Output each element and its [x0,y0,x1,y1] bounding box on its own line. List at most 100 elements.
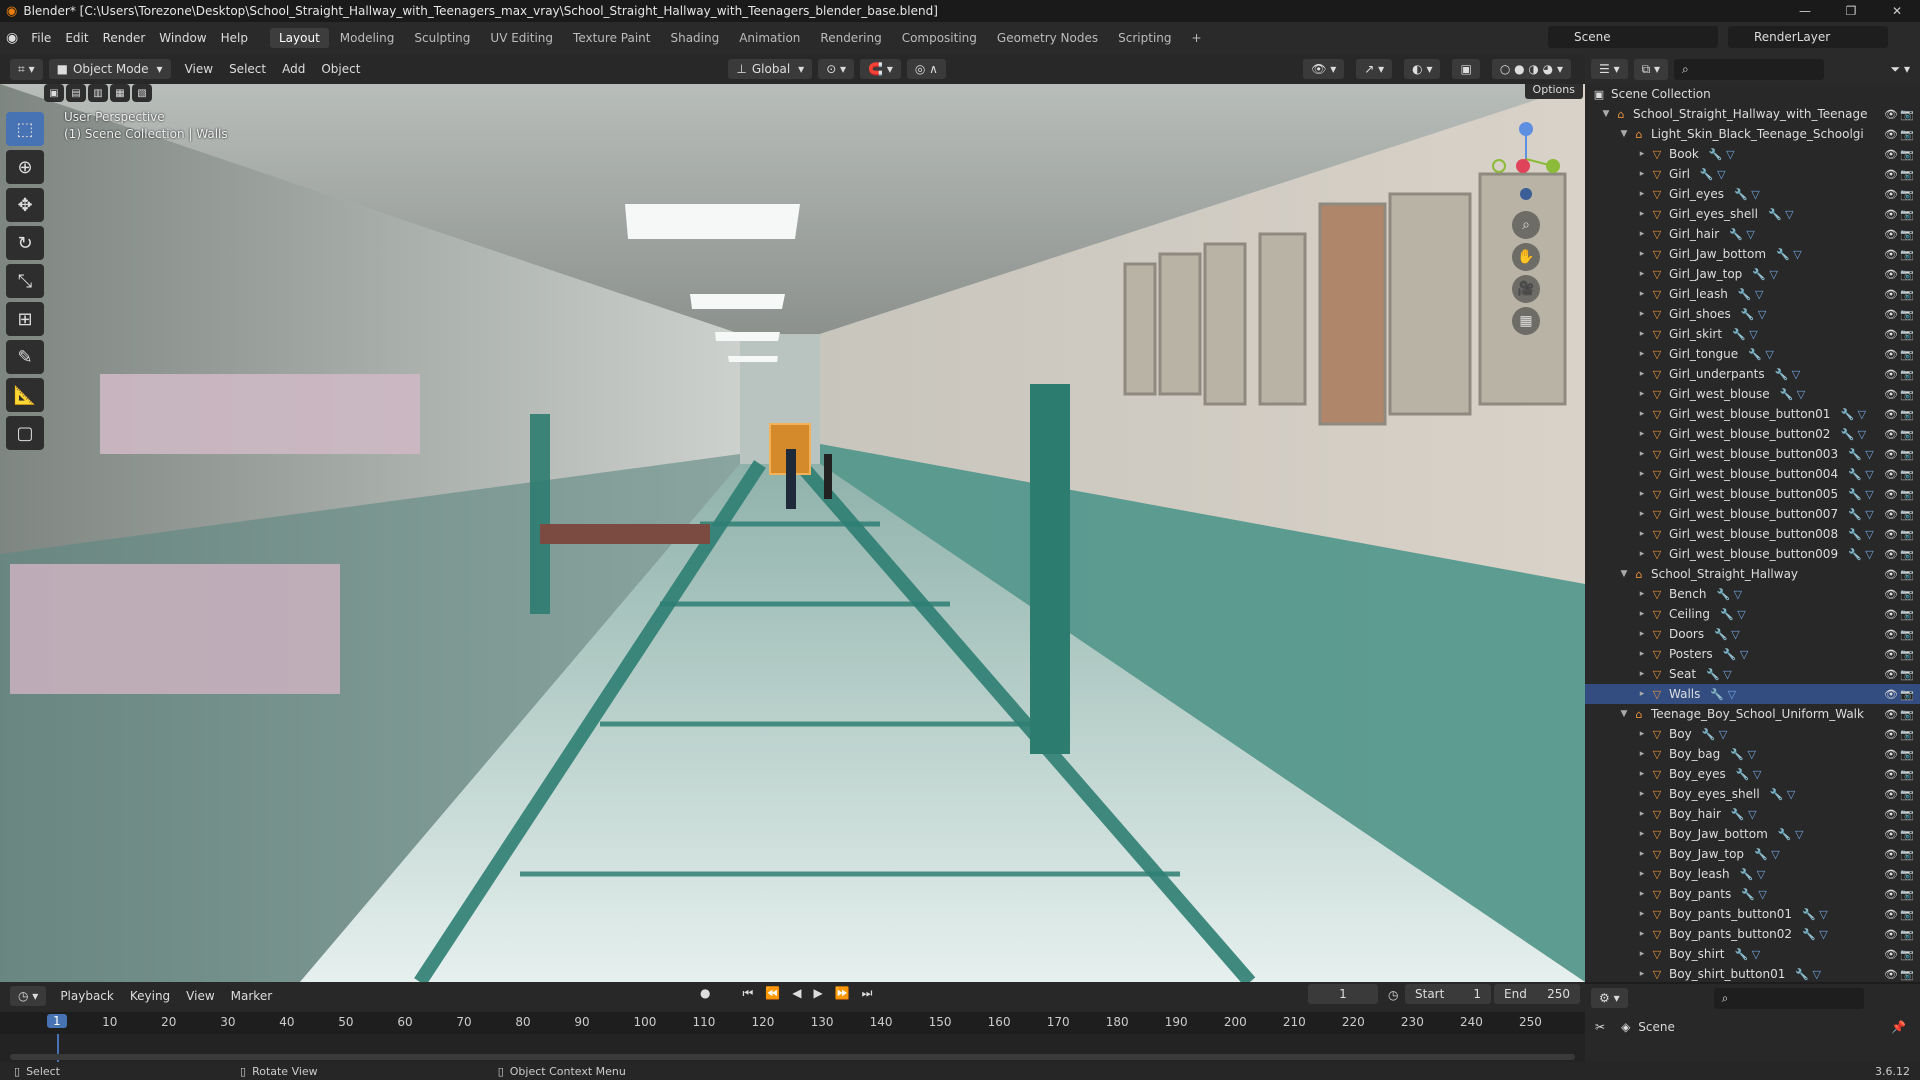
stopwatch-icon[interactable]: ◷ [1388,988,1398,1002]
modifier-mesh-data-icon[interactable]: 🔧 ▽ [1730,748,1756,761]
cursor-tool-icon[interactable]: ⊕ [6,150,44,184]
outliner-editor-type-button[interactable]: ☰ ▾ [1591,59,1628,79]
collapse-arrow-icon[interactable]: ▸ [1635,689,1649,699]
outliner-object-row[interactable]: ▸ ▽ Girl_leash 🔧 ▽ 👁 📷 [1585,284,1920,304]
properties-search-input[interactable]: ⌕ [1713,987,1864,1009]
timeline-track[interactable] [0,1034,1585,1062]
viewport-menu-item[interactable]: Select [221,62,274,76]
eye-icon[interactable]: 👁 [1884,908,1898,921]
camera-render-icon[interactable]: 📷 [1900,588,1914,601]
zoom-icon[interactable]: ⌕ [1512,211,1540,239]
outliner-object-row[interactable]: ▸ ▽ Girl_west_blouse_button003 🔧 ▽ 👁 📷 [1585,444,1920,464]
collapse-arrow-icon[interactable]: ▸ [1635,249,1649,259]
menu-item[interactable]: Edit [58,22,95,54]
camera-render-icon[interactable]: 📷 [1900,688,1914,701]
collapse-arrow-icon[interactable]: ▸ [1635,789,1649,799]
workspace-tab[interactable]: Shading [661,28,728,48]
collapse-arrow-icon[interactable]: ▸ [1635,149,1649,159]
eye-icon[interactable]: 👁 [1884,548,1898,561]
camera-render-icon[interactable]: 📷 [1900,128,1914,141]
collapse-arrow-icon[interactable]: ▸ [1635,229,1649,239]
ortho-grid-icon[interactable]: ▦ [1512,307,1540,335]
collapse-arrow-icon[interactable]: ▸ [1635,849,1649,859]
collapse-arrow-icon[interactable]: ▸ [1635,309,1649,319]
camera-render-icon[interactable]: 📷 [1900,528,1914,541]
modifier-mesh-data-icon[interactable]: 🔧 ▽ [1778,828,1804,841]
collapse-arrow-icon[interactable]: ▸ [1635,669,1649,679]
eye-icon[interactable]: 👁 [1884,488,1898,501]
camera-render-icon[interactable]: 📷 [1900,668,1914,681]
camera-render-icon[interactable]: 📷 [1900,248,1914,261]
workspace-tab[interactable]: UV Editing [481,28,562,48]
modifier-mesh-data-icon[interactable]: 🔧 ▽ [1795,968,1821,981]
outliner-object-row[interactable]: ▸ ▽ Walls 🔧 ▽ 👁 📷 [1585,684,1920,704]
select-subtract-icon[interactable]: ▥ [88,84,108,102]
overlay-button[interactable]: ◐ ▾ [1404,59,1441,79]
camera-render-icon[interactable]: 📷 [1900,168,1914,181]
camera-render-icon[interactable]: 📷 [1900,468,1914,481]
eye-icon[interactable]: 👁 [1884,508,1898,521]
modifier-mesh-data-icon[interactable]: 🔧 ▽ [1775,368,1801,381]
outliner-object-row[interactable]: ▸ ▽ Seat 🔧 ▽ 👁 📷 [1585,664,1920,684]
eye-icon[interactable]: 👁 [1884,688,1898,701]
collapse-arrow-icon[interactable]: ▸ [1635,609,1649,619]
outliner-object-row[interactable]: ▸ ▽ Book 🔧 ▽ 👁 📷 [1585,144,1920,164]
properties-editor-type-button[interactable]: ⚙ ▾ [1591,988,1628,1008]
outliner-object-row[interactable]: ▸ ▽ Girl_eyes 🔧 ▽ 👁 📷 [1585,184,1920,204]
eye-icon[interactable]: 👁 [1884,368,1898,381]
modifier-mesh-data-icon[interactable]: 🔧 ▽ [1768,208,1794,221]
jump-end-icon[interactable]: ⏭ [862,986,873,1001]
outliner-collection-row[interactable]: ▼ ⌂ School_Straight_Hallway_with_Teenage 👁 📷 [1585,104,1920,124]
eye-icon[interactable]: 👁 [1884,728,1898,741]
playhead[interactable]: 1 [47,1014,67,1028]
outliner-object-row[interactable]: ▸ ▽ Posters 🔧 ▽ 👁 📷 [1585,644,1920,664]
outliner-object-row[interactable]: ▸ ▽ Boy_eyes_shell 🔧 ▽ 👁 📷 [1585,784,1920,804]
collapse-arrow-icon[interactable]: ▸ [1635,489,1649,499]
modifier-mesh-data-icon[interactable]: 🔧 ▽ [1754,848,1780,861]
play-reverse-icon[interactable]: ◀ [792,986,801,1001]
outliner-collection-row[interactable]: ▼ ⌂ School_Straight_Hallway 👁 📷 [1585,564,1920,584]
modifier-mesh-data-icon[interactable]: 🔧 ▽ [1740,868,1766,881]
modifier-mesh-data-icon[interactable]: 🔧 ▽ [1848,508,1874,521]
eye-icon[interactable]: 👁 [1884,708,1898,721]
outliner-object-row[interactable]: ▸ ▽ Boy_Jaw_bottom 🔧 ▽ 👁 📷 [1585,824,1920,844]
camera-render-icon[interactable]: 📷 [1900,388,1914,401]
camera-render-icon[interactable]: 📷 [1900,708,1914,721]
camera-render-icon[interactable]: 📷 [1900,428,1914,441]
end-frame-field[interactable]: End 250 [1494,984,1580,1004]
options-button[interactable]: Options [1524,84,1583,99]
prev-keyframe-icon[interactable]: ⏪ [765,986,780,1001]
eye-icon[interactable]: 👁 [1884,588,1898,601]
camera-render-icon[interactable]: 📷 [1900,348,1914,361]
camera-render-icon[interactable]: 📷 [1900,328,1914,341]
modifier-mesh-data-icon[interactable]: 🔧 ▽ [1780,388,1806,401]
eye-icon[interactable]: 👁 [1884,228,1898,241]
outliner-object-row[interactable]: ▸ ▽ Girl_west_blouse_button004 🔧 ▽ 👁 📷 [1585,464,1920,484]
timeline-scrollbar[interactable] [10,1054,1575,1060]
collapse-arrow-icon[interactable]: ▸ [1635,469,1649,479]
scale-tool-icon[interactable]: ⤡ [6,264,44,298]
eye-icon[interactable]: 👁 [1884,188,1898,201]
outliner-object-row[interactable]: ▸ ▽ Girl_west_blouse_button007 🔧 ▽ 👁 📷 [1585,504,1920,524]
modifier-mesh-data-icon[interactable]: 🔧 ▽ [1770,788,1796,801]
collapse-arrow-icon[interactable]: ▸ [1635,749,1649,759]
workspace-tab[interactable]: Compositing [893,28,986,48]
camera-render-icon[interactable]: 📷 [1900,448,1914,461]
eye-icon[interactable]: 👁 [1884,408,1898,421]
modifier-mesh-data-icon[interactable]: 🔧 ▽ [1702,728,1728,741]
display-mode-button[interactable]: ⧉ ▾ [1633,58,1669,80]
camera-render-icon[interactable]: 📷 [1900,548,1914,561]
eye-icon[interactable]: 👁 [1884,348,1898,361]
eye-icon[interactable]: 👁 [1884,668,1898,681]
expand-arrow-icon[interactable]: ▼ [1617,129,1631,139]
minimize-button[interactable]: — [1782,0,1828,22]
modifier-mesh-data-icon[interactable]: 🔧 ▽ [1776,248,1802,261]
outliner-object-row[interactable]: ▸ ▽ Boy_eyes 🔧 ▽ 👁 📷 [1585,764,1920,784]
workspace-tab[interactable]: Layout [269,28,329,48]
collapse-arrow-icon[interactable]: ▸ [1635,269,1649,279]
modifier-mesh-data-icon[interactable]: 🔧 ▽ [1734,188,1760,201]
eye-icon[interactable]: 👁 [1884,748,1898,761]
collapse-arrow-icon[interactable]: ▸ [1635,189,1649,199]
modifier-mesh-data-icon[interactable]: 🔧 ▽ [1736,768,1762,781]
timeline-editor-type-button[interactable]: ◷ ▾ [10,986,47,1006]
